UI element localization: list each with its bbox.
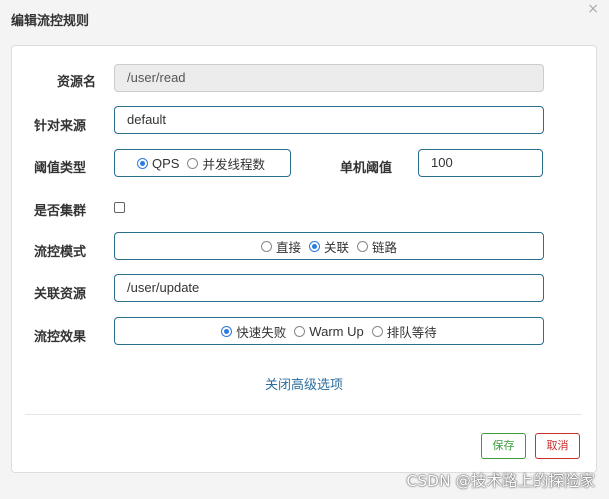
cancel-button[interactable]: 取消: [535, 433, 580, 459]
radio-selected-icon: [137, 157, 148, 169]
cluster-checkbox[interactable]: [114, 202, 125, 213]
threshold-label: 单机阈值: [339, 161, 392, 176]
form-panel: 资源名 /user/read 针对来源 default 阈值类型 QPS 并发线…: [11, 45, 597, 473]
option-label: 快速失败: [236, 324, 287, 340]
threshold-input[interactable]: 100: [418, 149, 543, 177]
option-label: 链路: [372, 239, 398, 255]
radio-icon: [187, 157, 199, 169]
save-button[interactable]: 保存: [481, 433, 526, 459]
effect-group: 快速失败 Warm Up 排队等待: [114, 317, 544, 345]
mode-label: 流控模式: [33, 245, 86, 260]
option-label: Warm Up: [309, 323, 364, 339]
effect-label: 流控效果: [33, 330, 86, 345]
ref-resource-input[interactable]: /user/update: [114, 274, 544, 302]
cluster-label: 是否集群: [33, 204, 86, 219]
mode-option-direct[interactable]: 直接: [260, 237, 301, 256]
option-label: 排队等待: [386, 324, 437, 340]
radio-selected-icon: [221, 325, 233, 337]
resource-input[interactable]: /user/read: [114, 64, 544, 92]
radio-selected-icon: [308, 240, 320, 252]
limit-app-input[interactable]: default: [114, 106, 544, 134]
radio-icon: [294, 325, 306, 337]
option-label: 关联: [323, 239, 349, 255]
close-icon[interactable]: ×: [587, 1, 599, 17]
threshold-type-option-qps[interactable]: QPS: [137, 156, 179, 171]
effect-option-fast-fail[interactable]: 快速失败: [221, 322, 286, 341]
toggle-advanced-link[interactable]: 关闭高级选项: [12, 374, 596, 393]
edit-flow-rule-dialog: 编辑流控规则 × 资源名 /user/read 针对来源 default 阈值类…: [0, 0, 609, 499]
threshold-type-option-thread[interactable]: 并发线程数: [187, 154, 265, 173]
mode-group: 直接 关联 链路: [114, 232, 544, 260]
radio-icon: [371, 325, 383, 337]
option-label: QPS: [152, 155, 180, 171]
effect-option-queue[interactable]: 排队等待: [371, 322, 437, 341]
dialog-title: 编辑流控规则: [11, 14, 90, 29]
threshold-type-label: 阈值类型: [33, 161, 86, 176]
radio-icon: [260, 240, 272, 252]
mode-option-chain[interactable]: 链路: [357, 237, 397, 256]
divider: [25, 414, 582, 415]
mode-option-relate[interactable]: 关联: [308, 237, 349, 256]
effect-option-warm-up[interactable]: Warm Up: [294, 323, 364, 339]
limit-app-label: 针对来源: [33, 119, 86, 134]
radio-icon: [357, 240, 368, 252]
threshold-type-group: QPS 并发线程数: [114, 149, 291, 177]
ref-resource-label: 关联资源: [33, 287, 86, 302]
resource-label: 资源名: [56, 75, 96, 90]
option-label: 直接: [275, 239, 301, 255]
watermark-text: CSDN @技术路上的探险家: [406, 472, 595, 490]
option-label: 并发线程数: [202, 156, 265, 172]
